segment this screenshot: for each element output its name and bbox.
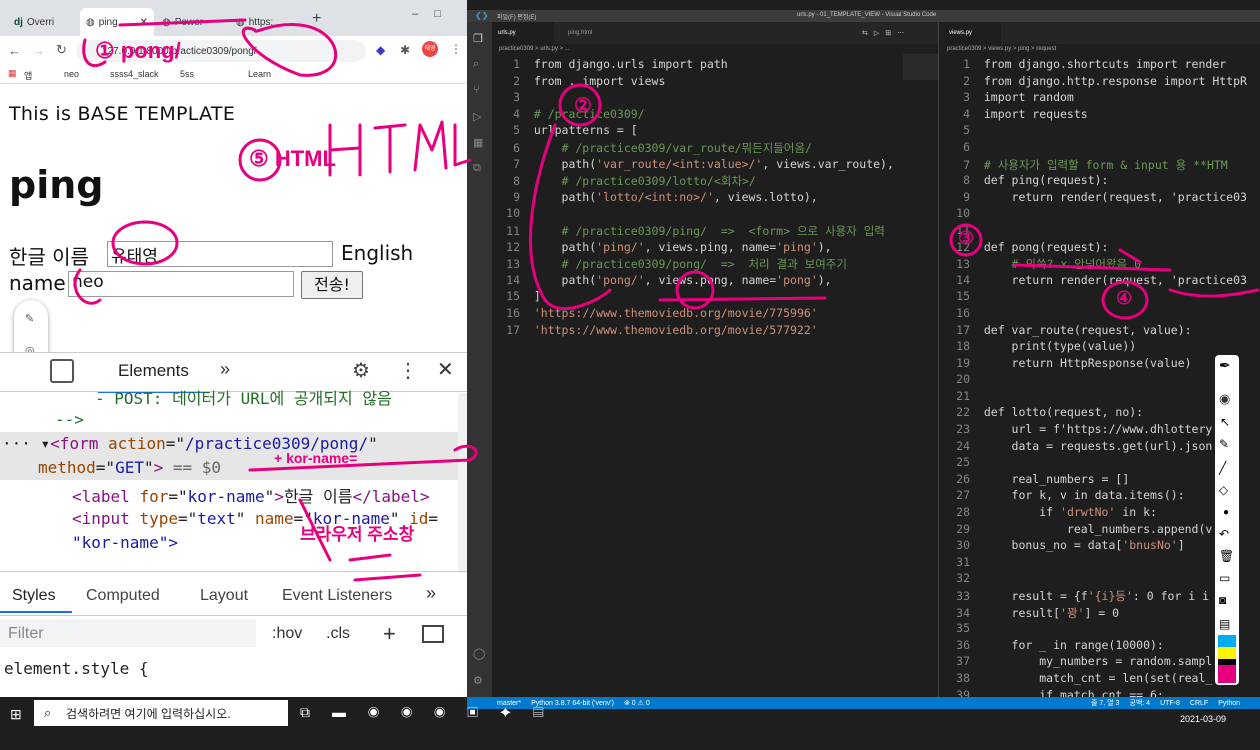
ink-underline (118, 18, 247, 27)
ink-arrow-2 (529, 123, 612, 311)
ink-circle-kor (111, 220, 179, 266)
ink-strike-comment (1013, 248, 1172, 272)
ink-arrow-render (1168, 288, 1260, 298)
ink-arc-neo (73, 268, 102, 305)
annotation-1-pong: ① pong/ (95, 38, 181, 63)
ink-html-text (328, 120, 472, 177)
annotation-browser-note: 브라우저 주소창 (300, 525, 415, 544)
annotation-kor-name: + kor-name= (274, 450, 358, 466)
annotation-2: ② (574, 95, 592, 117)
annotation-3: ③ (958, 228, 975, 248)
ink-oval-pong (241, 23, 338, 77)
annotation-4: ④ (1116, 288, 1133, 308)
ink-annotations (73, 18, 1260, 582)
ink-circle-4left (675, 270, 715, 310)
annotation-5-html: ⑤ HTML (249, 146, 336, 171)
ink-underline-pong (658, 296, 827, 302)
